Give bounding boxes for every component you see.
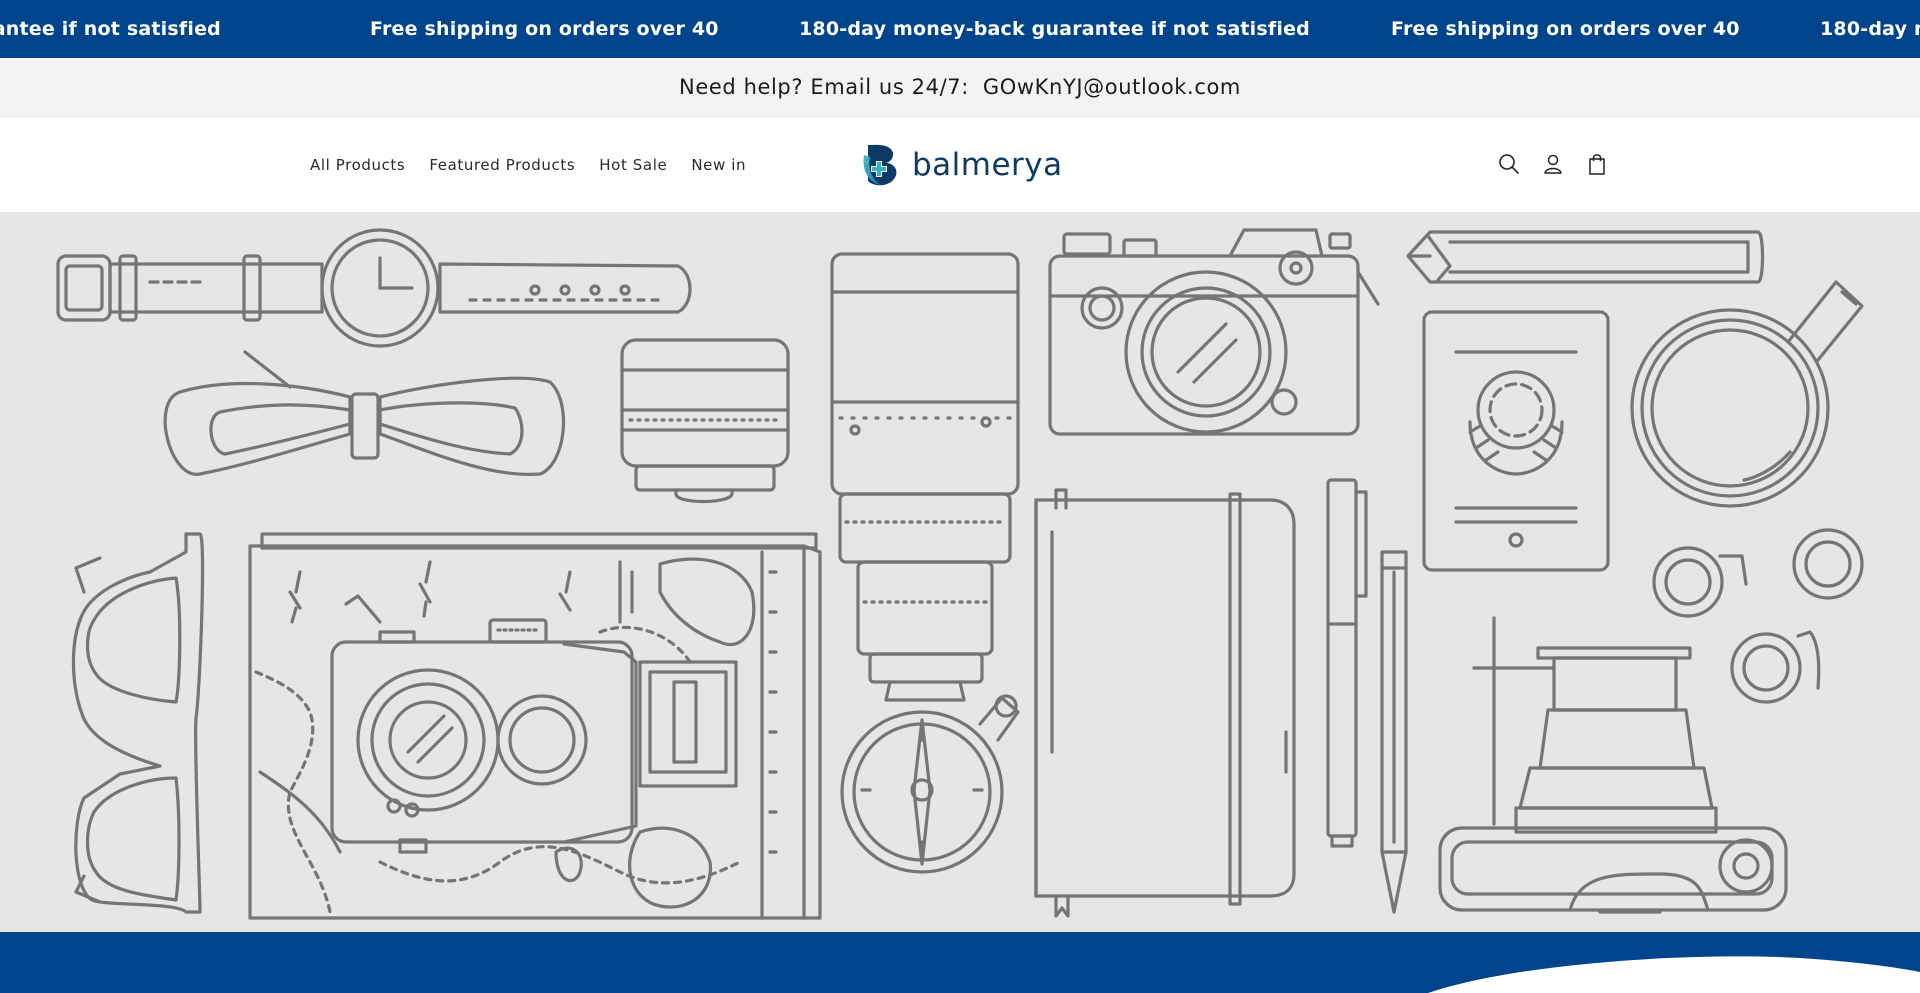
- main-nav: All Products Featured Products Hot Sale …: [310, 117, 746, 212]
- announcement-item: 180-day money-back guarantee if not sati…: [799, 18, 1310, 40]
- cart-button[interactable]: [1584, 147, 1610, 181]
- search-icon: [1499, 154, 1519, 174]
- compass-illustration: [840, 694, 1020, 874]
- brand-logo[interactable]: balmerya: [860, 141, 1063, 189]
- camera-illustration: [1048, 228, 1380, 436]
- magnifier-illustration: [1630, 280, 1864, 508]
- help-text-row: Need help? Email us 24/7: GOwKnYJ@outlook…: [0, 58, 1920, 116]
- logo-mark-icon: [863, 144, 897, 186]
- help-text: Need help? Email us 24/7:: [679, 75, 969, 99]
- search-button[interactable]: [1496, 147, 1522, 181]
- cart-icon: [1589, 154, 1605, 175]
- nav-link-hot-sale[interactable]: Hot Sale: [599, 156, 667, 174]
- logo-wordmark: balmerya: [912, 147, 1063, 183]
- announcement-item: 180-day money-back guarantee if not sati…: [1820, 18, 1920, 40]
- wave-shape: [1428, 956, 1920, 993]
- vintage-camera-illustration: [330, 594, 738, 854]
- header-icons: [1496, 147, 1610, 181]
- nav-link-all-products[interactable]: All Products: [310, 156, 405, 174]
- announcement-track: 180-day money-back guarantee if not sati…: [0, 0, 1920, 58]
- vertical-pencil-illustration: [1380, 550, 1408, 914]
- telephoto-lens-illustration: [830, 252, 1020, 702]
- bowtie-illustration: [163, 350, 565, 477]
- account-button[interactable]: [1540, 147, 1566, 181]
- footer-band: [0, 932, 1920, 993]
- support-email-link[interactable]: GOwKnYJ@outlook.com: [983, 75, 1241, 99]
- small-lens-illustration: [620, 338, 790, 504]
- announcement-bar: 180-day money-back guarantee if not sati…: [0, 0, 1920, 58]
- pencil-illustration: [1406, 230, 1765, 284]
- passport-illustration: [1422, 310, 1610, 572]
- announcement-item: Free shipping on orders over 40: [370, 18, 719, 40]
- watch-illustration: [56, 228, 692, 348]
- announcement-item: Free shipping on orders over 40: [1391, 18, 1740, 40]
- site-header: All Products Featured Products Hot Sale …: [0, 117, 1920, 212]
- pen-illustration: [1326, 478, 1368, 848]
- travel-gear-illustration: [56, 228, 1864, 920]
- help-bar: Need help? Email us 24/7: GOwKnYJ@outlook…: [0, 58, 1920, 117]
- tape-rolls-illustration: [1652, 528, 1864, 704]
- notebook-illustration: [1034, 488, 1296, 918]
- sunglasses-illustration: [71, 532, 205, 914]
- hero-banner[interactable]: [0, 212, 1920, 932]
- nav-link-featured-products[interactable]: Featured Products: [429, 156, 575, 174]
- announcement-item: 180-day money-back guarantee if not sati…: [0, 18, 221, 40]
- account-icon: [1544, 154, 1562, 174]
- nav-link-new-in[interactable]: New in: [691, 156, 746, 174]
